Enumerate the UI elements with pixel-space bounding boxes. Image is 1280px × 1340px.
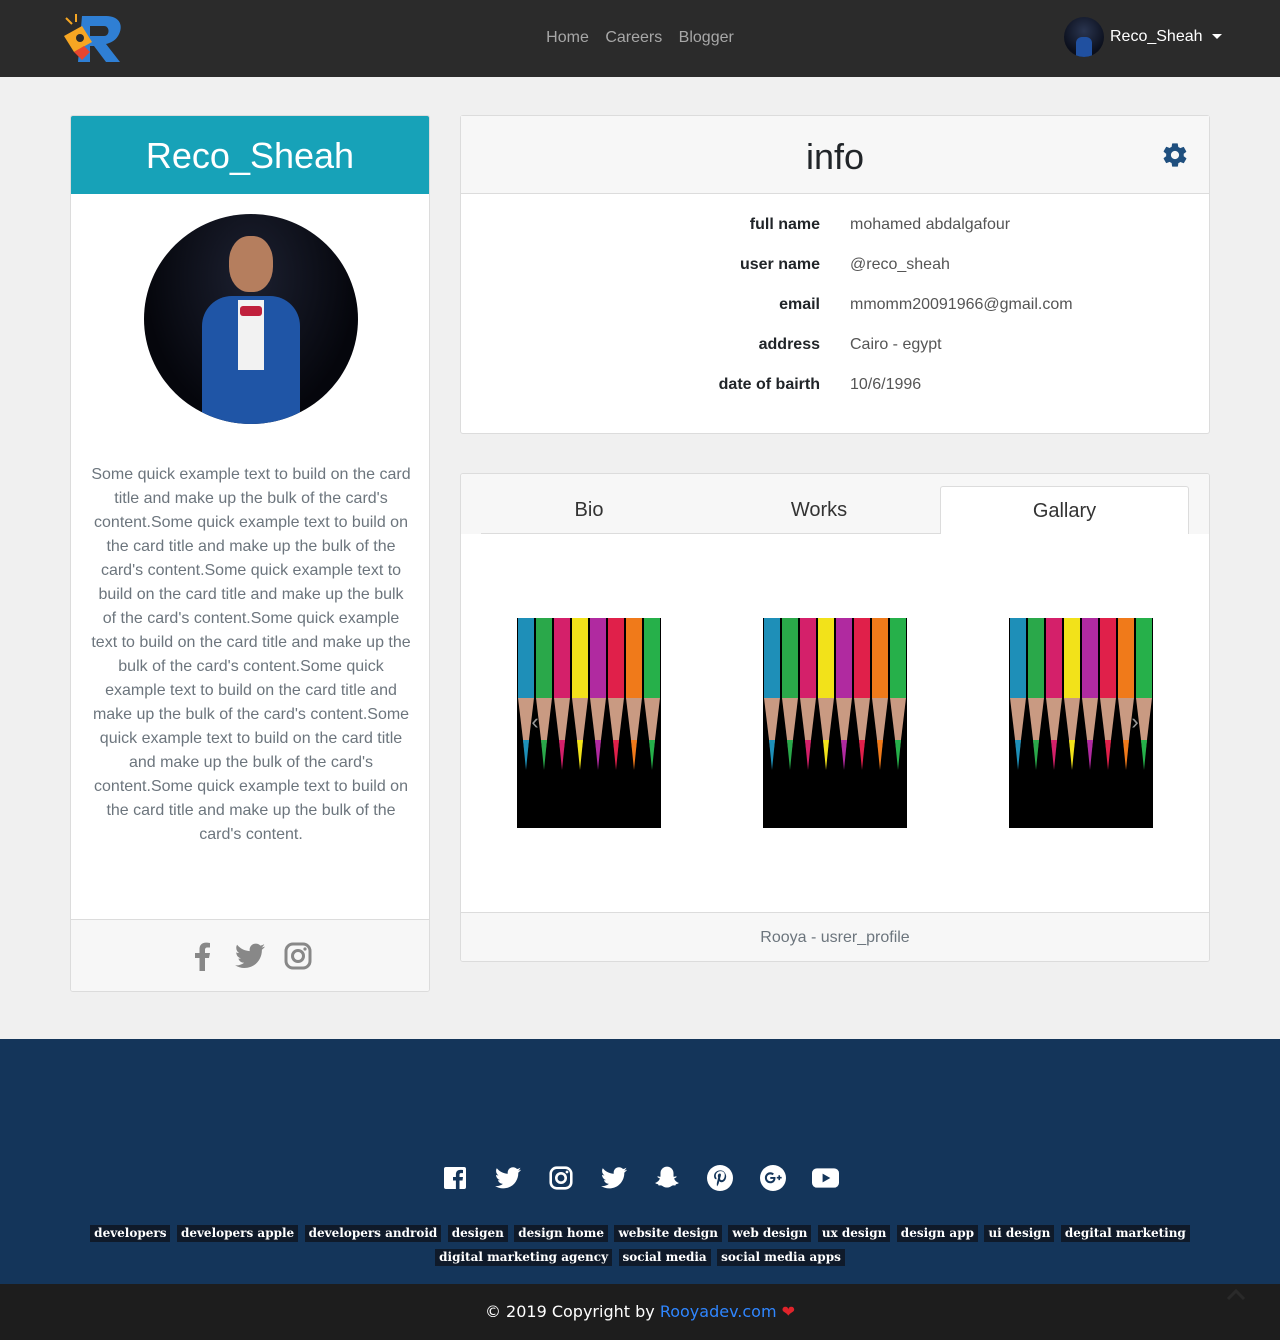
gallery-carousel: ‹ › [461, 534, 1209, 912]
info-row-date-of-birth: date of bairth 10/6/1996 [461, 376, 1209, 400]
nav-link-blogger[interactable]: Blogger [679, 29, 734, 46]
caret-down-icon [1211, 33, 1222, 39]
tag[interactable]: website design [614, 1225, 722, 1242]
tag[interactable]: ux design [817, 1225, 891, 1242]
info-value: mmomm20091966@gmail.com [850, 296, 1073, 313]
info-value: @reco_sheah [850, 256, 950, 273]
info-label: user name [739, 256, 820, 273]
heart-icon: ❤ [781, 1302, 796, 1321]
user-name: Reco_Sheah [1110, 28, 1203, 45]
info-row-full-name: full name mohamed abdalgafour [461, 216, 1209, 240]
google-plus-icon[interactable] [759, 1164, 786, 1191]
twitter-icon[interactable] [600, 1164, 627, 1191]
gallery-image[interactable] [763, 618, 907, 828]
copyright-bar: © 2019 Copyright by Rooyadev.com ❤ [0, 1284, 1280, 1340]
user-avatar [1064, 17, 1104, 57]
info-row-user-name: user name @reco_sheah [461, 256, 1209, 280]
info-label: date of bairth [718, 376, 820, 393]
tag[interactable]: social media apps [717, 1249, 845, 1266]
profile-card: Reco_Sheah Some quick example text to bu… [70, 115, 430, 992]
info-value: mohamed abdalgafour [850, 216, 1011, 233]
tab-bio[interactable]: Bio [481, 486, 697, 534]
youtube-icon[interactable] [812, 1164, 839, 1191]
info-card: info full name mohamed abdalgafour user … [460, 115, 1210, 434]
info-label: email [779, 296, 820, 313]
footer-tags: developers developers apple developers a… [80, 1221, 1200, 1269]
user-menu-dropdown[interactable]: Reco_Sheah [1064, 17, 1222, 57]
tag[interactable]: degital marketing [1060, 1225, 1190, 1242]
tag[interactable]: design app [896, 1225, 978, 1242]
profile-photo [144, 214, 358, 424]
tag[interactable]: digital marketing agency [435, 1249, 613, 1266]
tag[interactable]: developers apple [176, 1225, 299, 1242]
snapchat-icon[interactable] [653, 1164, 680, 1191]
tag[interactable]: web design [728, 1225, 812, 1242]
tag[interactable]: social media [618, 1249, 711, 1266]
info-title: info [805, 136, 865, 177]
info-label: address [758, 336, 820, 353]
tag[interactable]: design home [514, 1225, 608, 1242]
info-row-address: address Cairo - egypt [461, 336, 1209, 360]
tag[interactable]: developers [90, 1225, 171, 1242]
gear-icon[interactable] [1161, 141, 1189, 169]
info-value: Cairo - egypt [850, 336, 942, 353]
nav-link-careers[interactable]: Careers [605, 29, 662, 46]
facebook-icon[interactable] [187, 941, 217, 971]
tabs-footer: Rooya - usrer_profile [461, 912, 1209, 961]
navbar: Home Careers Blogger Reco_Sheah [0, 0, 1280, 77]
info-header: info [461, 116, 1209, 194]
twitter-icon[interactable] [235, 941, 265, 971]
footer-social-icons [0, 1164, 1280, 1191]
tab-works[interactable]: Works [711, 486, 927, 534]
site-footer: developers developers apple developers a… [0, 1039, 1280, 1284]
pinterest-icon[interactable] [706, 1164, 733, 1191]
profile-name: Reco_Sheah [71, 116, 429, 194]
instagram-icon[interactable] [547, 1164, 574, 1191]
profile-social-links [71, 919, 429, 991]
chevron-left-icon[interactable]: ‹ [525, 711, 545, 733]
profile-bio: Some quick example text to build on the … [91, 466, 411, 843]
instagram-icon[interactable] [283, 941, 313, 971]
scroll-to-top-icon[interactable] [1226, 1287, 1246, 1301]
info-value: 10/6/1996 [850, 376, 922, 393]
facebook-icon[interactable] [441, 1164, 468, 1191]
info-row-email: email mmomm20091966@gmail.com [461, 296, 1209, 320]
tag[interactable]: ui design [984, 1225, 1055, 1242]
tag[interactable]: desigen [447, 1225, 508, 1242]
chevron-right-icon[interactable]: › [1125, 711, 1145, 733]
tabs-bar: Bio Works Gallary [461, 474, 1209, 534]
info-label: full name [749, 216, 820, 233]
twitter-icon[interactable] [494, 1164, 521, 1191]
tabs-card: Bio Works Gallary ‹ › Rooya - usrer_prof… [460, 473, 1210, 962]
copyright-text: © 2019 Copyright by [484, 1302, 655, 1321]
tag[interactable]: developers android [304, 1225, 442, 1242]
nav-link-home[interactable]: Home [546, 29, 589, 46]
tab-gallary[interactable]: Gallary [940, 486, 1189, 534]
copyright-link[interactable]: Rooyadev.com [660, 1302, 777, 1321]
